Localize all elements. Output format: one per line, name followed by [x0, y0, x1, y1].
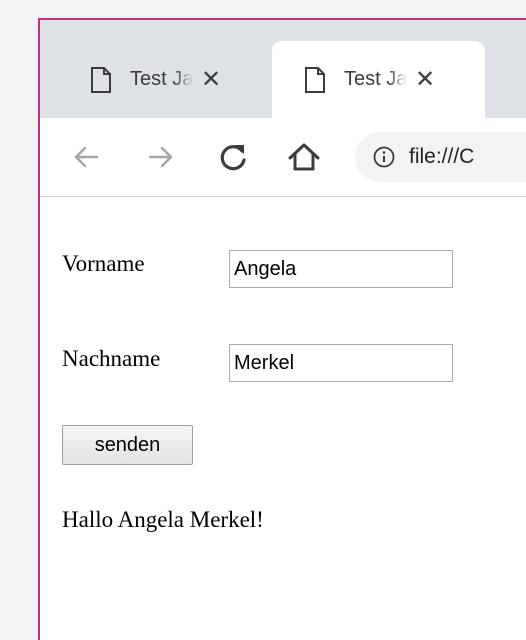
reload-icon[interactable]	[213, 137, 253, 177]
close-icon[interactable]: ✕	[201, 67, 221, 92]
navigation-toolbar: file:///C	[40, 118, 526, 197]
tab-2[interactable]: Test JavaScript ✕	[272, 41, 485, 118]
tab-title: Test JavaScript	[130, 68, 193, 90]
firstname-label: Vorname	[62, 251, 145, 276]
browser-window: Test JavaScript ✕ Test JavaScript ✕	[38, 18, 526, 640]
home-icon[interactable]	[284, 137, 324, 177]
tab-1[interactable]: Test JavaScript ✕	[62, 41, 274, 118]
address-bar[interactable]: file:///C	[355, 132, 526, 182]
arrow-left-icon[interactable]	[67, 137, 107, 177]
document-icon	[91, 66, 111, 93]
tab-title: Test JavaScript	[344, 68, 407, 90]
arrow-right-icon[interactable]	[140, 137, 180, 177]
document-icon	[305, 66, 325, 93]
firstname-row: Vorname	[62, 251, 145, 277]
greeting-output: Hallo Angela Merkel!	[62, 507, 264, 532]
tab-strip: Test JavaScript ✕ Test JavaScript ✕	[40, 20, 526, 118]
page-content: Vorname Nachname senden Hallo Angela Mer…	[40, 197, 526, 640]
url-text[interactable]: file:///C	[409, 145, 474, 169]
lastname-label: Nachname	[62, 346, 161, 371]
info-icon[interactable]	[373, 146, 395, 168]
close-icon[interactable]: ✕	[415, 67, 435, 92]
lastname-input[interactable]	[229, 344, 453, 382]
firstname-input[interactable]	[229, 250, 453, 288]
lastname-row: Nachname	[62, 346, 160, 372]
submit-button[interactable]: senden	[62, 425, 193, 465]
